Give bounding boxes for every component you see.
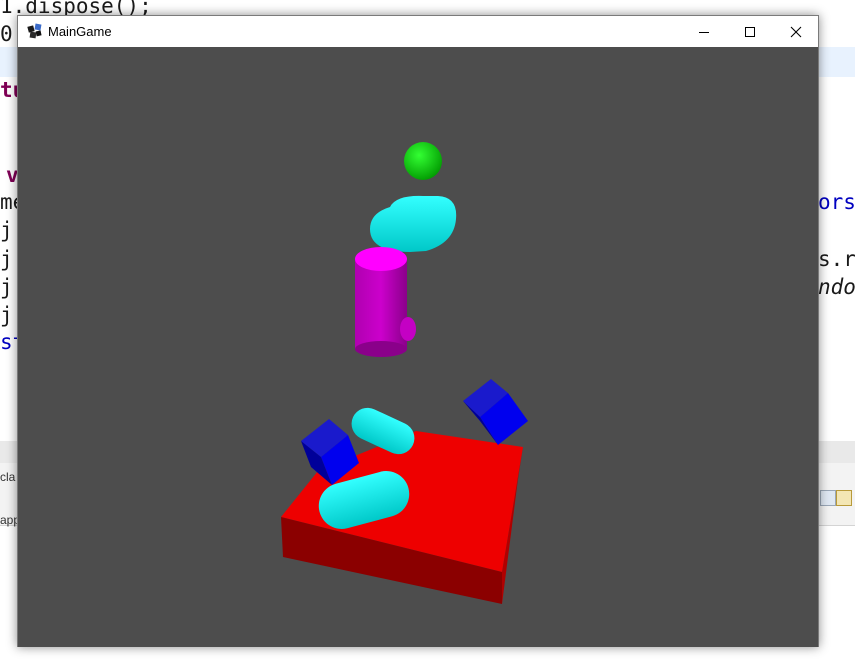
code-fragment-right: ndo	[818, 275, 855, 299]
scene-box-blue-right	[463, 379, 528, 445]
scene-sphere-green	[404, 142, 442, 180]
maximize-button[interactable]	[727, 16, 773, 47]
minimize-button[interactable]	[681, 16, 727, 47]
close-icon	[790, 26, 802, 37]
scene-capsule-cyan	[370, 195, 457, 252]
window-titlebar[interactable]: MainGame	[18, 16, 818, 47]
game-viewport[interactable]	[18, 47, 818, 647]
game-window: MainGame	[17, 15, 819, 647]
panel-label-1[interactable]: cla	[0, 470, 15, 484]
close-button[interactable]	[773, 16, 819, 47]
panel-toolbar-icon[interactable]	[836, 490, 852, 506]
scene-canvas	[281, 142, 528, 604]
minimize-icon	[699, 31, 709, 33]
panel-toolbar-icon[interactable]	[820, 490, 836, 506]
window-title: MainGame	[48, 24, 112, 39]
code-fragment-right: s.r	[818, 247, 855, 271]
maximize-icon	[745, 26, 755, 37]
scene-cylinder-magenta	[355, 259, 407, 349]
app-icon	[27, 23, 42, 39]
code-fragment-right: ors	[818, 190, 855, 214]
